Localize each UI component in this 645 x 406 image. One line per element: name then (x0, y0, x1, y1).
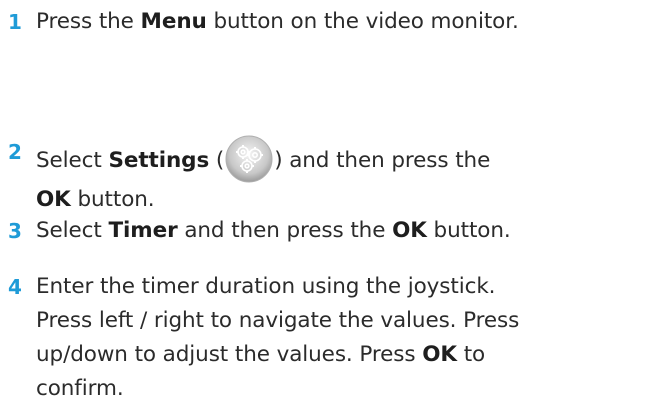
step-text-line: confirm. (36, 376, 124, 401)
step-text: Select Timer and then press the OK butto… (36, 214, 636, 248)
step-text: Select Settings () and then press the O… (36, 135, 636, 217)
step-number: 1 (8, 10, 22, 34)
step-text-part: Select (36, 218, 109, 243)
ok-keyword: OK (422, 342, 457, 367)
step-text-part: and then press the (177, 218, 393, 243)
menu-keyword: Menu (140, 9, 207, 34)
step-text: Enter the timer duration using the joyst… (36, 270, 636, 406)
step-number: 3 (8, 219, 22, 243)
step-text-part: button. (426, 218, 511, 243)
step-text-part: button on the video monitor. (206, 9, 519, 34)
step-text-part: Press the (36, 9, 141, 34)
ok-keyword: OK (392, 218, 427, 243)
settings-keyword: Settings (108, 148, 210, 173)
step-text-part: ) and then press the (274, 148, 491, 173)
step-text-part: to (456, 342, 486, 367)
step-text-part: button. (70, 187, 155, 212)
step-number: 4 (8, 275, 22, 299)
step-text-line: Press left / right to navigate the value… (36, 308, 520, 333)
step-text-part: ( (209, 148, 225, 173)
ok-keyword: OK (36, 187, 71, 212)
step-text-line: Enter the timer duration using the joyst… (36, 274, 496, 299)
step-text: Press the Menu button on the video monit… (36, 5, 636, 39)
step-number: 2 (8, 140, 22, 164)
step-text-part: Select (36, 148, 109, 173)
timer-keyword: Timer (108, 218, 178, 243)
settings-gears-icon (225, 135, 273, 183)
step-text-part: up/down to adjust the values. Press (36, 342, 423, 367)
